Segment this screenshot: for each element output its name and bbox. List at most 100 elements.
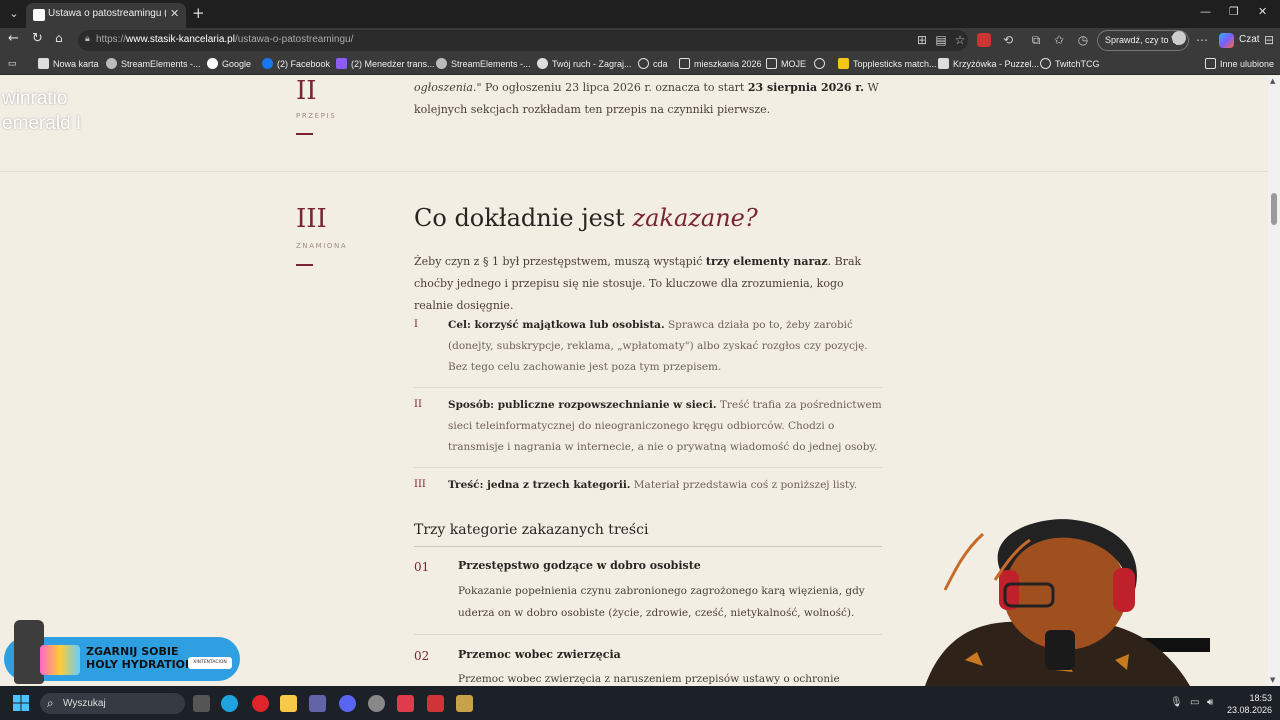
discord-icon[interactable] — [339, 695, 356, 712]
requirement-item: Treść: jedna z trzech kategorii. Materia… — [448, 479, 858, 491]
chess-icon — [537, 58, 548, 69]
taskbar-search[interactable]: ⌕ Wyszukaj — [40, 693, 185, 714]
home-icon[interactable]: ⌂ — [55, 31, 63, 45]
teams-icon[interactable] — [309, 695, 326, 712]
section-rule — [296, 133, 313, 135]
new-tab-plus-icon[interactable]: + — [192, 4, 205, 22]
windows-taskbar: ⌕ Wyszukaj 🎙︎ ▭ 🔊︎ 18:53 23.08.2026 — [0, 686, 1280, 720]
sidebar-toggle-icon[interactable]: ⊟ — [1262, 33, 1276, 47]
edge-icon[interactable] — [221, 695, 238, 712]
minimize-icon[interactable]: — — [1200, 5, 1211, 18]
bookmark-sidebar-icon[interactable]: ▭ — [8, 58, 17, 69]
page-scrollbar[interactable]: ▲ ▼ — [1268, 76, 1280, 686]
requirement-number: II — [414, 399, 422, 410]
bookmark-item[interactable] — [814, 58, 829, 69]
other-bookmarks[interactable]: Inne ulubione — [1205, 58, 1274, 69]
bookmark-item[interactable]: (2) Menedżer trans... — [336, 58, 435, 69]
opera-icon[interactable] — [252, 695, 269, 712]
copilot-icon[interactable] — [1219, 33, 1234, 48]
category-title: Przemoc wobec zwierzęcia — [458, 648, 621, 661]
scroll-thumb[interactable] — [1271, 193, 1277, 225]
bookmark-item[interactable]: TwitchTCG — [1040, 58, 1100, 69]
tab-list-chevron-icon[interactable]: ⌄ — [4, 5, 24, 23]
folder-icon — [1205, 58, 1216, 69]
back-arrow-icon[interactable]: ← — [8, 31, 19, 46]
extension-icon[interactable] — [977, 33, 991, 47]
bookmark-item[interactable]: Google — [207, 58, 251, 69]
bookmark-folder[interactable]: mieszkania 2026 — [679, 58, 762, 69]
tab-favicon-icon — [33, 9, 45, 21]
windows-start-icon[interactable] — [13, 695, 29, 711]
requirement-number: III — [414, 479, 426, 490]
streamelements-icon — [106, 58, 117, 69]
url-text[interactable]: https://www.stasik-kancelaria.pl/ustawa-… — [96, 34, 353, 45]
globe-icon — [1040, 58, 1051, 69]
task-view-icon[interactable] — [193, 695, 210, 712]
browser-tab-bar: ⌄ Ustawa o patostreamingu (art. 25 ✕ + —… — [0, 0, 1280, 28]
requirement-item: Sposób: publiczne rozpowszechnianie w si… — [448, 399, 882, 453]
google-icon — [207, 58, 218, 69]
app-red-icon[interactable] — [427, 695, 444, 712]
volume-icon[interactable]: 🔊︎ — [1207, 697, 1213, 708]
section-label: PRZEPIS — [296, 112, 337, 120]
app-available-icon[interactable]: ⊞ — [915, 33, 929, 47]
app-icon[interactable] — [368, 695, 385, 712]
bookmark-item[interactable]: StreamElements -... — [106, 58, 201, 69]
requirement-item: Cel: korzyść majątkowa lub osobista. Spr… — [448, 319, 868, 373]
close-window-icon[interactable]: ✕ — [1258, 5, 1267, 18]
bookmark-item[interactable]: StreamElements -... — [436, 58, 531, 69]
microphone-tray-icon[interactable]: 🎙︎ — [1170, 697, 1183, 708]
folder-yellow-icon — [838, 58, 849, 69]
streamelements-icon — [436, 58, 447, 69]
favorite-star-icon[interactable]: ☆ — [953, 33, 967, 47]
facebook-icon — [262, 58, 273, 69]
section-rule — [296, 264, 313, 266]
promo-badge: XINTENTACION — [188, 657, 232, 669]
reader-view-icon[interactable]: ▤ — [934, 33, 948, 47]
bookmark-item[interactable]: Nowa karta — [38, 58, 99, 69]
category-description: Przemoc wobec zwierzęcia z naruszeniem p… — [458, 673, 840, 685]
antenna-left — [943, 532, 984, 591]
bookmark-item[interactable]: Krzyżówka - Puzzel... — [938, 58, 1039, 69]
more-menu-icon[interactable]: ⋯ — [1195, 33, 1209, 47]
bookmark-item[interactable]: Topplesticks match... — [838, 58, 937, 69]
bookmarks-bar: ▭ Nowa karta StreamElements -... Google … — [0, 53, 1280, 75]
page-icon — [38, 58, 49, 69]
categories-heading: Trzy kategorie zakazanych treści — [414, 522, 649, 538]
category-description: Pokazanie popełnienia czynu zabronionego… — [458, 585, 865, 619]
extension-puzzle-icon[interactable]: ⟲ — [1001, 33, 1015, 47]
profile-avatar[interactable] — [1172, 31, 1186, 45]
scroll-up-arrow-icon[interactable]: ▲ — [1270, 77, 1275, 85]
section-numeral: III — [296, 204, 327, 234]
clock-time[interactable]: 18:53 — [1232, 693, 1272, 703]
refresh-icon[interactable]: ↻ — [32, 31, 43, 46]
bookmark-item[interactable]: Twój ruch - Zagraj... — [537, 58, 632, 69]
section2-paragraph: ogłoszenia." Po ogłoszeniu 23 lipca 2026… — [414, 81, 879, 116]
bookmark-folder[interactable]: MOJE — [766, 58, 806, 69]
category-number: 01 — [414, 560, 430, 574]
active-tab[interactable]: Ustawa o patostreamingu (art. 25 ✕ — [26, 3, 186, 28]
network-icon[interactable]: ▭ — [1190, 697, 1199, 708]
history-icon[interactable]: ◷ — [1076, 33, 1090, 47]
search-placeholder: Wyszukaj — [63, 698, 106, 709]
valorant-icon[interactable] — [397, 695, 414, 712]
bookmark-item[interactable]: (2) Facebook — [262, 58, 330, 69]
file-explorer-icon[interactable] — [280, 695, 297, 712]
divider — [414, 634, 882, 635]
league-client-icon[interactable] — [456, 695, 473, 712]
split-screen-icon[interactable]: ⧉ — [1029, 33, 1043, 47]
tab-close-icon[interactable]: ✕ — [170, 7, 179, 20]
scroll-down-arrow-icon[interactable]: ▼ — [1270, 676, 1275, 684]
clock-date[interactable]: 23.08.2026 — [1222, 705, 1272, 715]
bookmark-item[interactable]: cda — [638, 58, 668, 69]
address-bar[interactable]: 🔒︎ https://www.stasik-kancelaria.pl/usta… — [78, 30, 968, 51]
favorites-icon[interactable]: ✩ — [1052, 33, 1066, 47]
section-divider — [0, 171, 1268, 172]
restore-icon[interactable]: ❐ — [1229, 5, 1239, 18]
folder-icon — [679, 58, 690, 69]
globe-icon — [814, 58, 825, 69]
promo-text: ZGARNIJ SOBIE HOLY HYDRATION — [86, 645, 195, 671]
category-number: 02 — [414, 649, 430, 663]
section-numeral: II — [296, 76, 317, 106]
copilot-label[interactable]: Czat — [1239, 34, 1260, 45]
